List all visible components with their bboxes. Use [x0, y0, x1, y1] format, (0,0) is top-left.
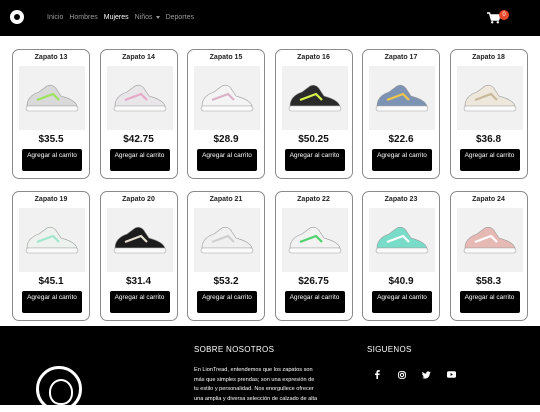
product-title: Zapato 16 — [297, 54, 330, 61]
sneaker-image — [200, 84, 254, 112]
product-title: Zapato 13 — [34, 54, 68, 61]
youtube-icon[interactable] — [447, 370, 456, 379]
product-card: Zapato 16 $50.25 Agregar al carrito — [274, 49, 353, 179]
product-card: Zapato 18 $36.8 Agregar al carrito — [449, 49, 528, 179]
nav-dropdown-ninos[interactable]: Niños — [135, 14, 160, 21]
product-title: Zapato 15 — [209, 54, 243, 61]
product-price: $36.8 — [475, 134, 502, 145]
product-image[interactable] — [194, 208, 260, 272]
nav-link-deportes[interactable]: Deportes — [166, 14, 194, 21]
nav-link-hombres[interactable]: Hombres — [69, 14, 97, 21]
product-title: Zapato 18 — [472, 54, 505, 61]
product-image[interactable] — [369, 208, 435, 272]
nav-links: Inicio Hombres Mujeres Niños Deportes — [47, 14, 194, 21]
product-image[interactable] — [106, 208, 173, 272]
chevron-down-icon — [155, 15, 160, 19]
follow-title: SIGUENOS — [367, 345, 412, 354]
product-price: $22.6 — [388, 134, 414, 145]
product-title: Zapato 19 — [34, 196, 68, 203]
product-card: Zapato 14 $42.75 Agregar al carrito — [99, 49, 178, 179]
add-to-cart-button[interactable]: Agregar al carrito — [109, 149, 170, 171]
about-text: En LionTread, entendemos que los zapatos… — [194, 366, 350, 404]
twitter-icon[interactable] — [422, 370, 431, 379]
sneaker-image — [288, 226, 341, 254]
sneaker-image — [25, 226, 79, 254]
product-price: $50.25 — [298, 134, 329, 145]
product-title: Zapato 14 — [122, 54, 155, 61]
nav-link-ninos[interactable]: Niños — [135, 14, 153, 21]
lion-logo-icon[interactable] — [10, 10, 24, 24]
product-image[interactable] — [369, 66, 435, 130]
facebook-icon[interactable] — [372, 370, 381, 379]
cart-button[interactable]: 0 — [487, 10, 511, 29]
product-price: $35.5 — [38, 134, 64, 145]
navbar: Inicio Hombres Mujeres Niños Deportes 0 — [0, 0, 540, 36]
nav-link-mujeres[interactable]: Mujeres — [104, 14, 129, 21]
product-price: $26.75 — [298, 276, 329, 287]
product-image[interactable] — [456, 208, 523, 272]
social-links — [372, 370, 456, 379]
product-image[interactable] — [19, 66, 85, 130]
product-image[interactable] — [281, 208, 348, 272]
product-card: Zapato 13 $35.5 Agregar al carrito — [12, 49, 90, 179]
sneaker-image — [375, 226, 429, 254]
add-to-cart-button[interactable]: Agregar al carrito — [197, 149, 257, 171]
add-to-cart-button[interactable]: Agregar al carrito — [372, 149, 432, 171]
add-to-cart-button[interactable]: Agregar al carrito — [284, 291, 345, 313]
add-to-cart-button[interactable]: Agregar al carrito — [459, 291, 520, 313]
product-image[interactable] — [106, 66, 173, 130]
product-title: Zapato 24 — [472, 196, 505, 203]
sneaker-image — [113, 84, 166, 112]
cart-count-badge: 0 — [499, 10, 509, 20]
product-image[interactable] — [281, 66, 348, 130]
product-card: Zapato 24 $58.3 Agregar al carrito — [449, 191, 528, 321]
sneaker-image — [288, 84, 341, 112]
product-card: Zapato 19 $45.1 Agregar al carrito — [12, 191, 90, 321]
product-title: Zapato 20 — [122, 196, 155, 203]
product-price: $53.2 — [213, 276, 239, 287]
sneaker-image — [463, 226, 516, 254]
add-to-cart-button[interactable]: Agregar al carrito — [459, 149, 520, 171]
product-grid: Zapato 13 $35.5 Agregar al carrito Zapato 1… — [12, 49, 528, 321]
add-to-cart-button[interactable]: Agregar al carrito — [284, 149, 345, 171]
add-to-cart-button[interactable]: Agregar al carrito — [372, 291, 432, 313]
add-to-cart-button[interactable]: Agregar al carrito — [109, 291, 170, 313]
add-to-cart-button[interactable]: Agregar al carrito — [22, 149, 82, 171]
sneaker-image — [113, 226, 166, 254]
product-price: $28.9 — [213, 134, 239, 145]
about-line: más que simples prendas; son una expresi… — [194, 376, 315, 383]
product-price: $42.75 — [123, 134, 154, 145]
product-card: Zapato 17 $22.6 Agregar al carrito — [362, 49, 440, 179]
sneaker-image — [25, 84, 79, 112]
product-title: Zapato 23 — [384, 196, 418, 203]
lion-logo-icon — [36, 366, 82, 412]
product-price: $45.1 — [38, 276, 64, 287]
add-to-cart-button[interactable]: Agregar al carrito — [197, 291, 257, 313]
footer: SOBRE NOSOTROS En LionTread, entendemos … — [0, 326, 540, 412]
product-price: $58.3 — [475, 276, 502, 287]
product-price: $40.9 — [388, 276, 414, 287]
product-title: Zapato 21 — [209, 196, 243, 203]
sneaker-image — [463, 84, 516, 112]
product-title: Zapato 22 — [297, 196, 330, 203]
about-line: En LionTread, entendemos que los zapatos… — [194, 367, 313, 373]
about-line: una amplia y diversa selección de calzad… — [194, 395, 318, 402]
instagram-icon[interactable] — [397, 370, 406, 379]
sneaker-image — [200, 226, 254, 254]
product-image[interactable] — [19, 208, 85, 272]
nav-link-inicio[interactable]: Inicio — [47, 14, 63, 21]
about-title: SOBRE NOSOTROS — [194, 345, 275, 354]
product-price: $31.4 — [125, 276, 152, 287]
product-card: Zapato 20 $31.4 Agregar al carrito — [99, 191, 178, 321]
product-image[interactable] — [194, 66, 260, 130]
sneaker-image — [375, 84, 429, 112]
add-to-cart-button[interactable]: Agregar al carrito — [22, 291, 82, 313]
product-card: Zapato 21 $53.2 Agregar al carrito — [187, 191, 265, 321]
product-card: Zapato 15 $28.9 Agregar al carrito — [187, 49, 265, 179]
product-card: Zapato 23 $40.9 Agregar al carrito — [362, 191, 440, 321]
about-line: tu estilo y personalidad. Nos enorgullec… — [194, 386, 314, 392]
product-title: Zapato 17 — [384, 54, 418, 61]
product-card: Zapato 22 $26.75 Agregar al carrito — [274, 191, 353, 321]
product-image[interactable] — [456, 66, 523, 130]
